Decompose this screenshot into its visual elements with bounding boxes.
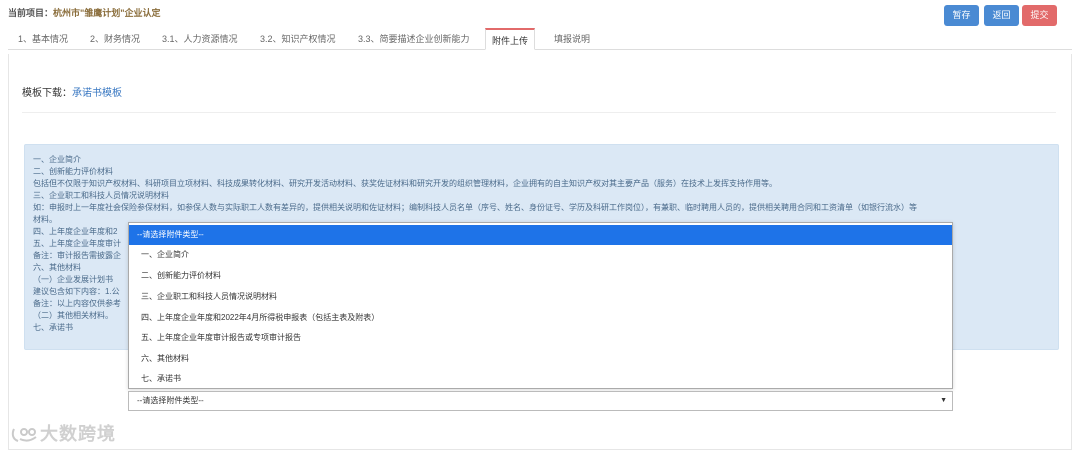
info-line: （一）企业发展计划书 [33,275,113,284]
dropdown-option[interactable]: 一、企业简介 [129,245,952,265]
submit-button[interactable]: 提交 [1022,5,1057,26]
dropdown-option-placeholder[interactable]: --请选择附件类型-- [129,225,952,245]
tab-attachment-upload[interactable]: 附件上传 [485,28,536,50]
dropdown-option[interactable]: 二、创新能力评价材料 [129,266,952,286]
save-button[interactable]: 暂存 [944,5,979,26]
info-line: 备注：以上内容仅供参考 [33,299,121,308]
info-line: 三、企业职工和科技人员情况说明材料 [33,191,169,200]
watermark-text: 大数跨境 [40,424,116,444]
info-line: 六、其他材料 [33,263,81,272]
tab-innovation[interactable]: 3.3、简要描述企业创新能力 [352,28,476,50]
chevron-down-icon: ▼ [940,397,947,404]
dropdown-option[interactable]: 六、其他材料 [129,349,952,369]
info-line: 四、上年度企业年度和2 [33,227,118,236]
info-line: 备注：审计报告需披露企 [33,251,121,260]
template-download-row: 模板下载：承诺书模板 [22,84,122,99]
tab-instructions[interactable]: 填报说明 [548,28,596,50]
project-title: 当前项目：杭州市"雏鹰计划"企业认定 [8,6,161,19]
info-line: （二）其他相关材料。 [33,311,113,320]
brand-logo-icon [10,425,40,445]
info-line: 七、承诺书 [33,323,73,332]
info-line: 一、企业简介 [33,155,81,164]
tab-human-resources[interactable]: 3.1、人力资源情况 [156,28,244,50]
tab-finance[interactable]: 2、财务情况 [84,28,146,50]
info-line: 如：申报时上一年度社会保险参保材料，如参保人数与实际职工人数有差异的，提供相关说… [33,203,917,212]
template-label: 模板下载： [22,88,72,99]
info-line: 材料。 [33,215,57,224]
project-prefix: 当前项目： [8,8,54,18]
template-link[interactable]: 承诺书模板 [72,88,122,99]
dropdown-option[interactable]: 七、承诺书 [129,369,952,389]
attachment-type-dropdown-list: --请选择附件类型-- 一、企业简介 二、创新能力评价材料 三、企业职工和科技人… [128,222,953,389]
info-line: 包括但不仅限于知识产权材料、科研项目立项材料、科技成果转化材料、研究开发活动材料… [33,179,777,188]
watermark: 大数跨境 [10,420,116,446]
tab-intellectual-property[interactable]: 3.2、知识产权情况 [254,28,342,50]
back-button[interactable]: 返回 [984,5,1019,26]
tab-basic-info[interactable]: 1、基本情况 [12,28,74,50]
tab-bar: 1、基本情况 2、财务情况 3.1、人力资源情况 3.2、知识产权情况 3.3、… [8,28,1072,50]
top-bar: 当前项目：杭州市"雏鹰计划"企业认定 暂存 返回 提交 [0,0,1080,30]
dropdown-option[interactable]: 四、上年度企业年度和2022年4月所得税申报表（包括主表及附表） [129,308,952,328]
dropdown-option[interactable]: 三、企业职工和科技人员情况说明材料 [129,287,952,307]
project-name: 杭州市"雏鹰计划"企业认定 [53,8,161,18]
info-line: 二、创新能力评价材料 [33,167,113,176]
attachment-type-select[interactable]: --请选择附件类型-- ▼ [128,391,953,411]
select-value: --请选择附件类型-- [137,396,204,405]
dropdown-option[interactable]: 五、上年度企业年度审计报告或专项审计报告 [129,328,952,348]
divider [22,112,1056,113]
info-line: 建议包含如下内容：1.公 [33,287,120,296]
info-line: 五、上年度企业年度审计 [33,239,121,248]
